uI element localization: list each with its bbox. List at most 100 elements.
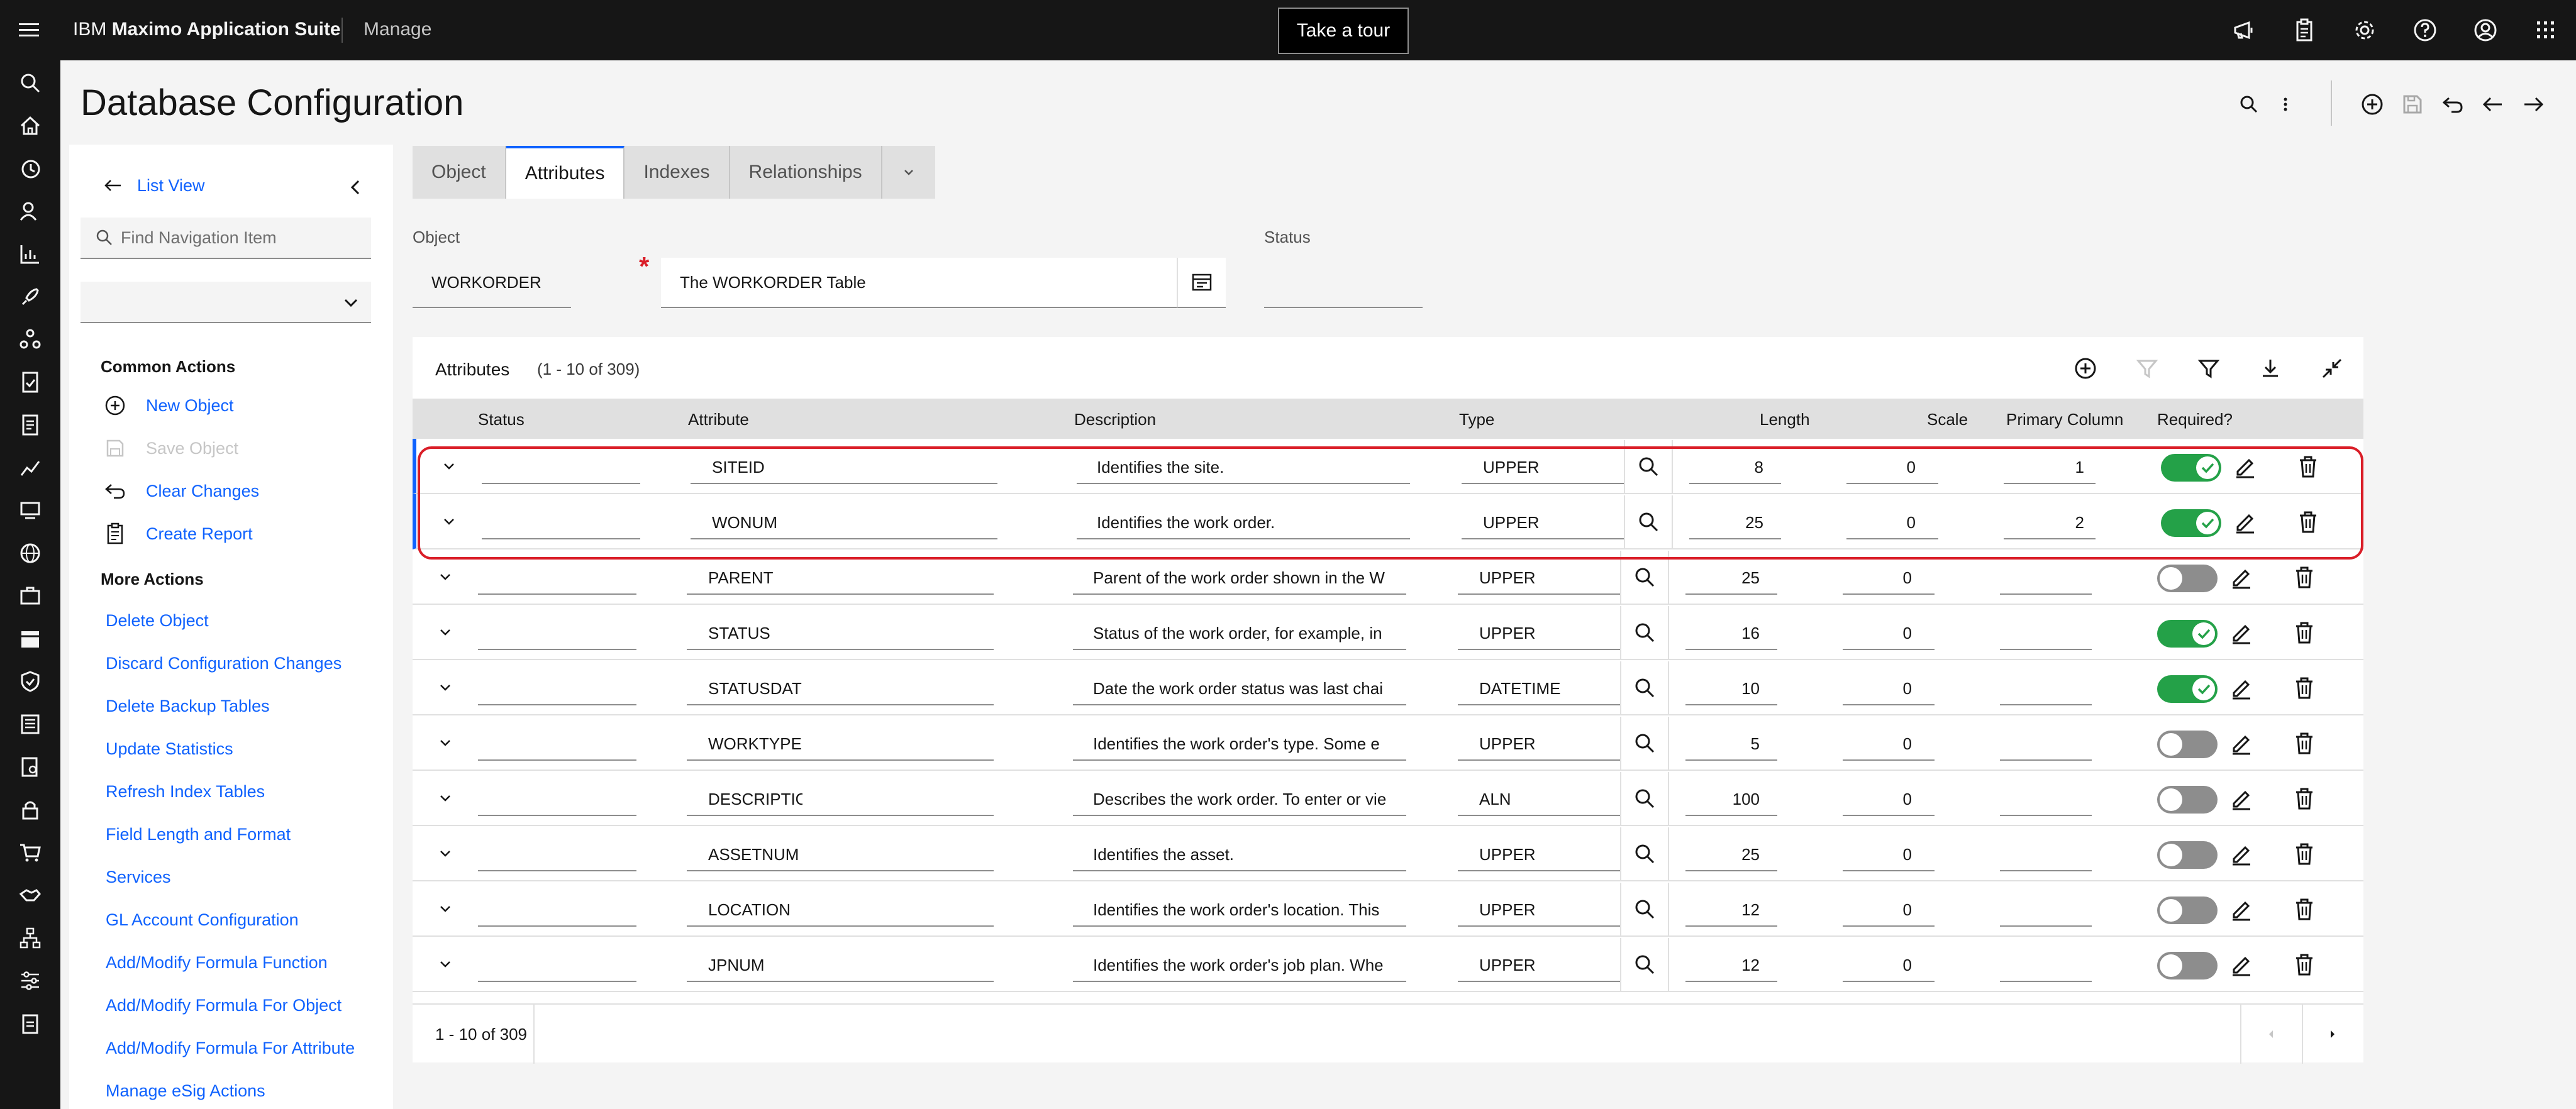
expand-row-chevron-icon[interactable] [435,733,455,753]
type-cell[interactable]: DATETIME [1479,679,1605,698]
lock-icon[interactable] [18,797,43,822]
delete-row-icon[interactable] [2292,841,2317,866]
type-cell[interactable]: UPPER [1479,845,1605,864]
attribute-cell[interactable]: STATUS [708,624,802,643]
type-cell[interactable]: UPPER [1479,734,1605,754]
column-header-scale[interactable]: Scale [1927,410,1968,429]
delete-row-icon[interactable] [2292,565,2317,590]
app-switcher-icon[interactable] [2533,18,2558,43]
expand-row-chevron-icon[interactable] [435,788,455,808]
length-cell[interactable]: 12 [1685,956,1760,975]
tab-indexes[interactable]: Indexes [625,146,730,199]
overflow-menu-icon[interactable] [2273,92,2298,117]
discard-configuration-changes-link[interactable]: Discard Configuration Changes [106,654,341,673]
table-row[interactable]: JPNUM Identifies the work order's job pla… [413,937,2363,992]
services-link[interactable]: Services [106,868,171,887]
status-cell[interactable] [478,815,636,816]
edit-row-icon[interactable] [2229,841,2254,866]
update-statistics-link[interactable]: Update Statistics [106,739,233,759]
delete-row-icon[interactable] [2292,731,2317,756]
sliders-icon[interactable] [18,968,43,993]
cart-icon[interactable] [18,840,43,865]
table-row[interactable]: STATUSDATE Date the work order status was… [413,660,2363,715]
delete-row-icon[interactable] [2292,675,2317,700]
expand-row-chevron-icon[interactable] [435,954,455,974]
gear-icon[interactable] [2352,18,2377,43]
create-report-action[interactable]: Create Report [103,522,253,546]
attribute-cell[interactable]: WONUM [712,513,806,532]
description-cell[interactable]: Identifies the work order's job plan. Wh… [1093,956,1389,975]
minimize-icon[interactable] [2319,356,2345,381]
type-lookup-button[interactable] [1620,938,1669,991]
edit-row-icon[interactable] [2229,675,2254,700]
length-cell[interactable]: 12 [1685,900,1760,920]
attribute-cell[interactable]: DESCRIPTION [708,790,802,809]
edit-row-icon[interactable] [2229,731,2254,756]
table-row[interactable]: SITEID Identifies the site. UPPER 8 0 1 [413,439,2363,494]
scale-cell[interactable]: 0 [1843,734,1912,754]
previous-page-button[interactable] [2240,1005,2301,1064]
required-toggle[interactable] [2157,675,2218,703]
type-cell[interactable]: UPPER [1479,568,1605,588]
search-icon[interactable] [2236,92,2262,117]
navigation-dropdown[interactable] [80,282,371,323]
description-cell[interactable]: Date the work order status was last chai [1093,679,1389,698]
attribute-cell[interactable]: SITEID [712,458,806,477]
status-cell[interactable] [478,759,636,761]
type-cell[interactable]: UPPER [1479,956,1605,975]
table-row[interactable]: ASSETNUM Identifies the asset. UPPER 25 0 [413,826,2363,881]
delete-row-icon[interactable] [2292,952,2317,977]
type-lookup-button[interactable] [1620,772,1669,825]
expand-row-chevron-icon[interactable] [435,844,455,864]
gl-account-configuration-link[interactable]: GL Account Configuration [106,910,299,930]
shield-icon[interactable] [18,669,43,694]
document-check-icon[interactable] [18,370,43,395]
length-cell[interactable]: 25 [1685,845,1760,864]
delete-object-link[interactable]: Delete Object [106,611,209,631]
description-cell[interactable]: Identifies the work order's location. Th… [1093,900,1389,920]
attribute-cell[interactable]: JPNUM [708,956,802,975]
tab-attributes[interactable]: Attributes [506,146,625,199]
save-icon[interactable] [2400,92,2425,117]
scale-cell[interactable]: 0 [1843,790,1912,809]
megaphone-icon[interactable] [2231,18,2257,43]
report-list-icon[interactable] [18,712,43,737]
type-lookup-button[interactable] [1620,883,1669,935]
type-lookup-button[interactable] [1620,827,1669,880]
status-cell[interactable] [478,704,636,705]
type-cell[interactable]: UPPER [1483,513,1609,532]
type-lookup-button[interactable] [1620,606,1669,659]
refresh-index-tables-link[interactable]: Refresh Index Tables [106,782,265,802]
search-icon[interactable] [18,70,43,96]
attribute-cell[interactable]: ASSETNUM [708,845,802,864]
edit-row-icon[interactable] [2233,454,2258,479]
edit-row-icon[interactable] [2229,565,2254,590]
length-cell[interactable]: 25 [1689,513,1763,532]
type-lookup-button[interactable] [1624,440,1673,493]
filter-icon[interactable] [2196,356,2221,381]
expand-row-chevron-icon[interactable] [435,899,455,919]
required-toggle[interactable] [2161,509,2221,537]
required-toggle[interactable] [2157,565,2218,592]
column-header-status[interactable]: Status [478,410,525,429]
field-length-and-format-link[interactable]: Field Length and Format [106,825,291,844]
length-cell[interactable]: 10 [1685,679,1760,698]
edit-row-icon[interactable] [2229,952,2254,977]
length-cell[interactable]: 25 [1685,568,1760,588]
primary-column-cell[interactable]: 1 [2004,458,2084,477]
delete-row-icon[interactable] [2292,897,2317,922]
column-header-required[interactable]: Required? [2157,410,2233,429]
attribute-cell[interactable]: WORKTYPE [708,734,802,754]
chart-icon[interactable] [18,241,43,267]
status-cell[interactable] [478,925,636,927]
attribute-cell[interactable]: LOCATION [708,900,802,920]
arrow-left-icon[interactable] [2480,92,2506,117]
status-cell[interactable] [478,593,636,595]
table-row[interactable]: PARENT Parent of the work order shown in … [413,549,2363,605]
type-cell[interactable]: UPPER [1479,624,1605,643]
type-cell[interactable]: ALN [1479,790,1605,809]
status-cell[interactable] [478,981,636,982]
status-cell[interactable] [482,538,640,539]
edit-row-icon[interactable] [2229,620,2254,645]
scale-cell[interactable]: 0 [1846,458,1916,477]
